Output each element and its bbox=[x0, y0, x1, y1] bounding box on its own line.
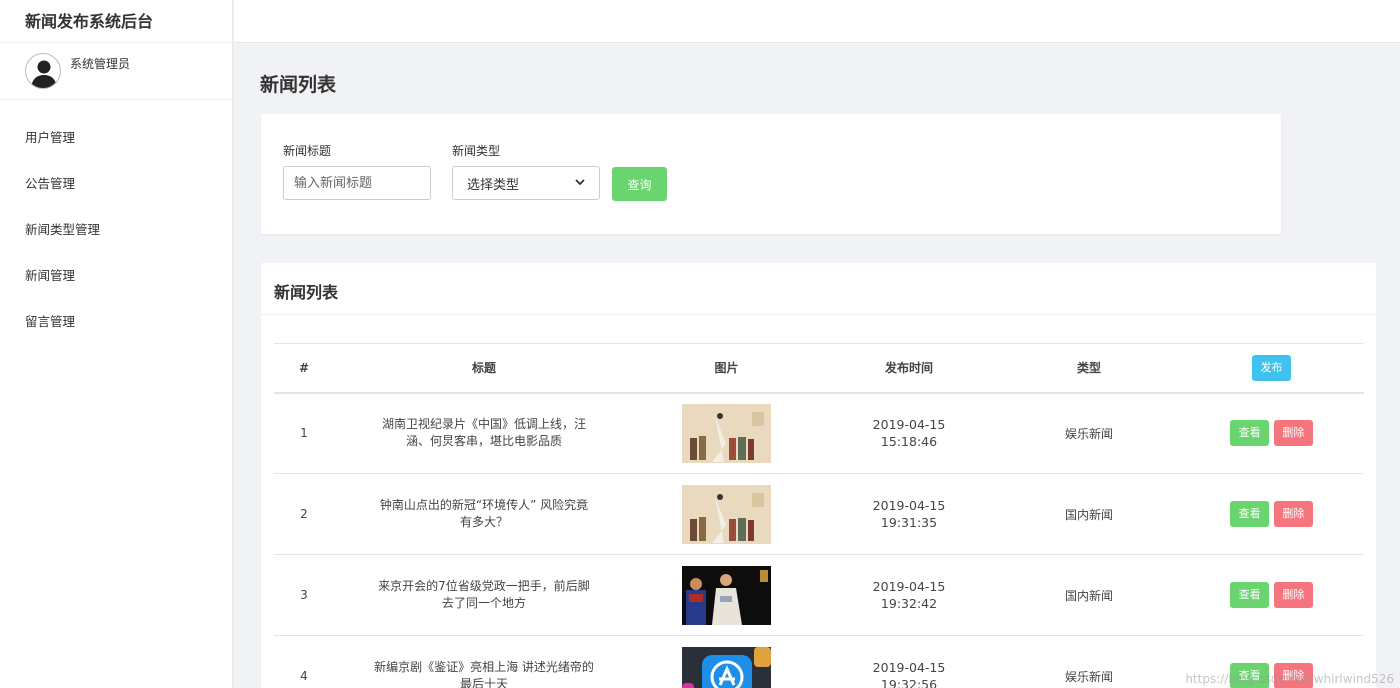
column-header-type: 类型 bbox=[1076, 361, 1101, 376]
search-panel: 新闻标题 新闻类型 选择类型 查询 bbox=[261, 114, 1281, 234]
sidebar: 新闻发布系统后台 系统管理员 用户管理 公告管理 新闻类型管理 新闻管理 留言管… bbox=[0, 0, 233, 688]
view-button[interactable]: 查看 bbox=[1230, 420, 1270, 447]
column-header-image: 图片 bbox=[714, 361, 739, 376]
type-field-label: 新闻类型 bbox=[452, 144, 501, 158]
painting-icon[interactable] bbox=[682, 403, 771, 463]
row-time: 15:18:46 bbox=[880, 434, 938, 450]
view-button[interactable]: 查看 bbox=[1230, 501, 1270, 527]
column-header-title: 标题 bbox=[471, 361, 496, 376]
publish-button[interactable]: 发布 bbox=[1252, 354, 1291, 381]
top-bar bbox=[234, 0, 1400, 43]
delete-button[interactable]: 删除 bbox=[1273, 582, 1313, 608]
row-title: 钟南山点出的新冠“环境传人” 风险究竟有多大？ bbox=[379, 498, 589, 529]
row-index: 1 bbox=[300, 426, 308, 441]
table-row: 3 来京开会的7位省级党政一把手，前后脚去了同一个地方 2019-04-15 1… bbox=[274, 555, 1364, 636]
delete-button[interactable]: 删除 bbox=[1273, 420, 1313, 447]
list-title: 新闻列表 bbox=[261, 263, 1376, 315]
row-time: 19:32:42 bbox=[880, 596, 938, 611]
column-header-time: 发布时间 bbox=[884, 361, 933, 376]
sidebar-item-announcements[interactable]: 公告管理 bbox=[0, 173, 232, 219]
row-title: 来京开会的7位省级党政一把手，前后脚去了同一个地方 bbox=[378, 579, 590, 610]
query-button[interactable]: 查询 bbox=[612, 167, 667, 201]
row-index: 3 bbox=[300, 588, 308, 602]
row-time: 19:32:56 bbox=[880, 677, 938, 688]
painting-icon[interactable] bbox=[682, 484, 771, 544]
title-search-input[interactable] bbox=[283, 166, 431, 200]
appstore-icon[interactable] bbox=[682, 646, 771, 688]
user-profile[interactable]: 系统管理员 bbox=[0, 43, 232, 100]
row-date: 2019-04-15 bbox=[872, 498, 946, 513]
app-brand: 新闻发布系统后台 bbox=[0, 0, 232, 43]
sidebar-item-news[interactable]: 新闻管理 bbox=[0, 265, 232, 311]
delete-button[interactable]: 删除 bbox=[1273, 501, 1313, 527]
table-row: 2 钟南山点出的新冠“环境传人” 风险究竟有多大？ 2019-04-15 19:… bbox=[274, 474, 1364, 555]
news-list-panel: 新闻列表 # 标题 图片 发布时间 类型 发布 1 湖南卫视纪录片《中国》低调上… bbox=[261, 263, 1376, 688]
row-time: 19:31:35 bbox=[880, 515, 938, 530]
user-name: 系统管理员 bbox=[70, 57, 131, 71]
row-title: 湖南卫视纪录片《中国》低调上线，汪涵、何炅客串，堪比电影品质 bbox=[381, 417, 586, 449]
table-header-row: # 标题 图片 发布时间 类型 发布 bbox=[274, 343, 1364, 393]
page-title: 新闻列表 bbox=[260, 74, 337, 96]
row-date: 2019-04-15 bbox=[872, 579, 946, 594]
news-table: # 标题 图片 发布时间 类型 发布 1 湖南卫视纪录片《中国》低调上线，汪涵、… bbox=[274, 343, 1364, 688]
row-index: 2 bbox=[300, 507, 308, 521]
row-index: 4 bbox=[300, 669, 308, 683]
row-type: 国内新闻 bbox=[1064, 588, 1113, 603]
row-type: 国内新闻 bbox=[1064, 507, 1113, 522]
avatar-icon bbox=[25, 53, 61, 89]
row-date: 2019-04-15 bbox=[872, 417, 946, 433]
sidebar-item-users[interactable]: 用户管理 bbox=[0, 127, 232, 173]
column-header-actions: 发布 bbox=[1179, 344, 1364, 393]
type-select[interactable]: 选择类型 bbox=[452, 166, 600, 200]
drama-icon[interactable] bbox=[682, 565, 771, 625]
table-row: 1 湖南卫视纪录片《中国》低调上线，汪涵、何炅客串，堪比电影品质 2019-04… bbox=[274, 393, 1364, 474]
sidebar-item-news-types[interactable]: 新闻类型管理 bbox=[0, 219, 232, 265]
column-header-index: # bbox=[298, 360, 310, 375]
view-button[interactable]: 查看 bbox=[1230, 582, 1270, 608]
title-field-label: 新闻标题 bbox=[283, 144, 332, 158]
row-title: 新编京剧《鉴证》亮相上海 讲述光绪帝的最后十天 bbox=[374, 660, 594, 688]
row-type: 娱乐新闻 bbox=[1064, 426, 1113, 441]
chevron-down-icon bbox=[575, 178, 585, 189]
type-select-value: 选择类型 bbox=[467, 177, 520, 193]
row-type: 娱乐新闻 bbox=[1064, 669, 1113, 684]
sidebar-item-messages[interactable]: 留言管理 bbox=[0, 311, 232, 357]
row-date: 2019-04-15 bbox=[872, 660, 946, 675]
watermark: https://blog.csdn.net/whirlwind526 bbox=[1185, 672, 1394, 686]
sidebar-menu: 用户管理 公告管理 新闻类型管理 新闻管理 留言管理 bbox=[0, 100, 232, 357]
